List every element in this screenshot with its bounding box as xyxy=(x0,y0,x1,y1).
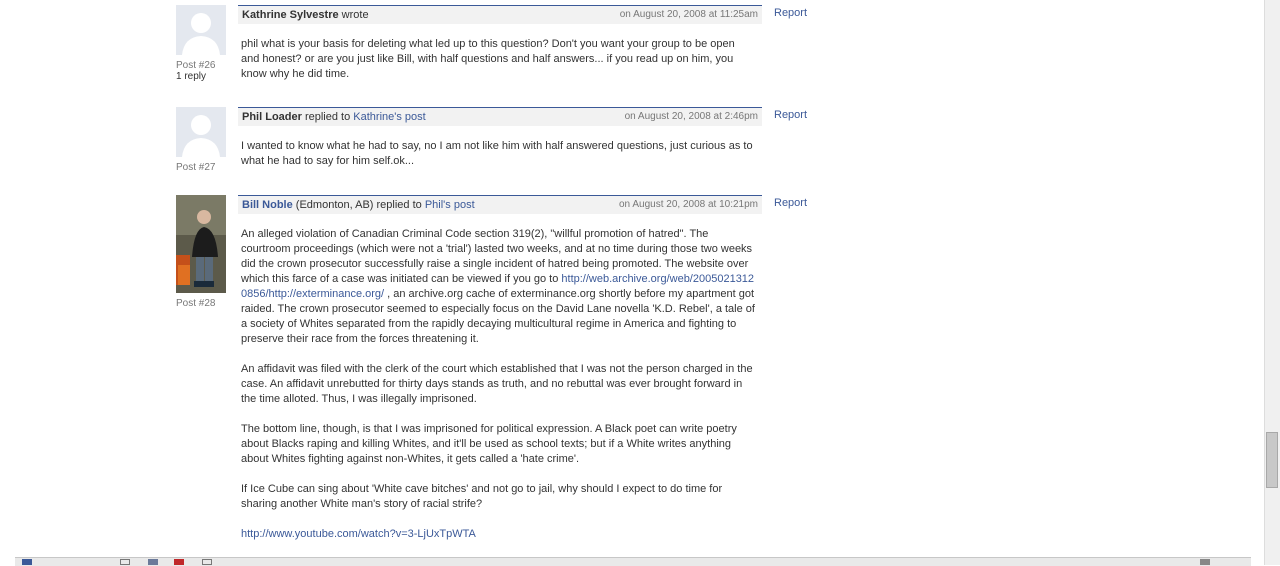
report-link[interactable]: Report xyxy=(774,197,807,209)
forum-post: Post #26 1 reply Kathrine Sylvestre wrot… xyxy=(176,5,816,95)
author-location: (Edmonton, AB) xyxy=(295,199,374,211)
post-action: replied to xyxy=(376,199,422,211)
post-header: Bill Noble (Edmonton, AB) replied to Phi… xyxy=(238,195,762,214)
report-link[interactable]: Report xyxy=(774,109,807,121)
post-body: I wanted to know what he had to say, no … xyxy=(241,139,756,184)
chat-icon[interactable] xyxy=(22,559,32,565)
post-paragraph: The bottom line, though, is that I was i… xyxy=(241,423,737,465)
post-action: replied to xyxy=(304,111,351,123)
replied-to-link[interactable]: Phil's post xyxy=(425,199,475,211)
post-paragraph: http://www.youtube.com/watch?v=3-LjUxTpW… xyxy=(241,527,756,542)
post-body: phil what is your basis for deleting wha… xyxy=(241,37,756,97)
default-avatar-icon xyxy=(176,107,226,157)
post-paragraph: I wanted to know what he had to say, no … xyxy=(241,140,753,167)
forum-post: Post #27 Phil Loader replied to Kathrine… xyxy=(176,107,816,182)
post-header: Kathrine Sylvestre wrote on August 20, 2… xyxy=(238,5,762,24)
scrollbar-thumb[interactable] xyxy=(1266,432,1278,488)
post-body: An alleged violation of Canadian Crimina… xyxy=(241,227,756,557)
post-paragraph: An alleged violation of Canadian Crimina… xyxy=(241,228,755,345)
apps-icon[interactable] xyxy=(120,559,130,565)
author-name[interactable]: Bill Noble xyxy=(242,199,293,211)
photos-icon[interactable] xyxy=(202,559,212,565)
youtube-link[interactable]: http://www.youtube.com/watch?v=3-LjUxTpW… xyxy=(241,528,476,540)
settings-icon[interactable] xyxy=(1200,559,1210,565)
avatar[interactable] xyxy=(176,5,226,55)
post-number: Post #27 xyxy=(176,162,216,173)
replied-to-link[interactable]: Kathrine's post xyxy=(353,111,425,123)
post-paragraph: An affidavit was filed with the clerk of… xyxy=(241,363,753,405)
user-photo-icon xyxy=(176,195,226,293)
reply-count[interactable]: 1 reply xyxy=(176,71,206,82)
author-name[interactable]: Phil Loader xyxy=(242,111,302,123)
post-action: wrote xyxy=(341,9,369,21)
author-name[interactable]: Kathrine Sylvestre xyxy=(242,9,339,21)
post-number: Post #28 xyxy=(176,298,216,309)
post-paragraph: If Ice Cube can sing about 'White cave b… xyxy=(241,483,723,510)
post-paragraph: phil what is your basis for deleting wha… xyxy=(241,38,735,80)
post-date: on August 20, 2008 at 11:25am xyxy=(619,9,758,20)
report-link[interactable]: Report xyxy=(774,7,807,19)
default-avatar-icon xyxy=(176,5,226,55)
avatar[interactable] xyxy=(176,107,226,157)
post-header: Phil Loader replied to Kathrine's post o… xyxy=(238,107,762,126)
forum-post: Post #28 Bill Noble (Edmonton, AB) repli… xyxy=(176,195,816,555)
video-icon[interactable] xyxy=(174,559,184,565)
avatar[interactable] xyxy=(176,195,226,293)
post-date: on August 20, 2008 at 10:21pm xyxy=(619,199,758,210)
post-date: on August 20, 2008 at 2:46pm xyxy=(624,111,758,122)
post-number: Post #26 xyxy=(176,60,216,71)
notes-icon[interactable] xyxy=(148,559,158,565)
